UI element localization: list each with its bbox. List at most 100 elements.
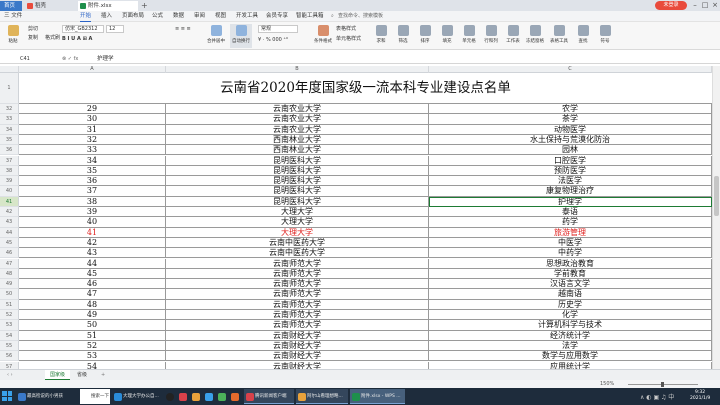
bold-icon[interactable]: B I U A ⊞ A bbox=[62, 35, 92, 43]
merge-center-button[interactable]: 合并居中 bbox=[205, 24, 227, 48]
taskbar-app-icon-2[interactable] bbox=[177, 389, 189, 404]
cell-university[interactable]: 云南中医药大学 bbox=[166, 237, 429, 249]
cell-seq-number[interactable]: 47 bbox=[19, 289, 166, 300]
scrollbar-thumb[interactable] bbox=[714, 176, 719, 216]
cell-seq-number[interactable]: 45 bbox=[19, 268, 166, 280]
menu-insert[interactable]: 插入 bbox=[101, 11, 112, 22]
menu-data[interactable]: 数据 bbox=[173, 11, 184, 22]
cell-university[interactable]: 云南师范大学 bbox=[166, 289, 429, 300]
vertical-scrollbar[interactable] bbox=[712, 66, 720, 369]
cell-university[interactable]: 云南农业大学 bbox=[166, 104, 429, 115]
column-header-c[interactable]: C bbox=[429, 66, 712, 73]
menu-formula[interactable]: 公式 bbox=[152, 11, 163, 22]
cell-seq-number[interactable]: 29 bbox=[19, 104, 166, 115]
row-number[interactable]: 47 bbox=[0, 258, 19, 269]
cell-university[interactable]: 西南林业大学 bbox=[166, 145, 429, 156]
tray-icons[interactable]: ∧ ◐ ▣ ♫ 中 bbox=[640, 392, 674, 401]
cell-seq-number[interactable]: 33 bbox=[19, 145, 166, 156]
sheet-tab-provincial[interactable]: 省级 bbox=[72, 370, 92, 380]
menu-view[interactable]: 视图 bbox=[215, 11, 226, 22]
cell-major[interactable]: 泰语 bbox=[429, 207, 712, 218]
row-number[interactable]: 42 bbox=[0, 207, 19, 218]
table-tools-button[interactable]: 表格工具 bbox=[548, 24, 570, 48]
cell-seq-number[interactable]: 46 bbox=[19, 279, 166, 290]
cell-university[interactable]: 昆明医科大学 bbox=[166, 155, 429, 166]
name-box[interactable]: C41 bbox=[2, 55, 62, 63]
cell-major[interactable]: 中药学 bbox=[429, 248, 712, 259]
row-number[interactable]: 35 bbox=[0, 134, 19, 146]
cell-university[interactable]: 云南师范大学 bbox=[166, 299, 429, 310]
sheet-title-cell[interactable]: 云南省2020年度国家级一流本科专业建设点名单 bbox=[19, 73, 712, 104]
cell-university[interactable]: 昆明医科大学 bbox=[166, 165, 429, 177]
cell-major[interactable]: 水土保持与荒漠化防治 bbox=[429, 134, 712, 146]
cell-major[interactable]: 动物医学 bbox=[429, 124, 712, 135]
cell-university[interactable]: 云南农业大学 bbox=[166, 124, 429, 135]
menu-file[interactable]: 三 文件 bbox=[4, 11, 22, 22]
row-number[interactable]: 37 bbox=[0, 155, 19, 166]
cell-university[interactable]: 云南师范大学 bbox=[166, 320, 429, 331]
cell-university[interactable]: 云南师范大学 bbox=[166, 279, 429, 290]
cell-major[interactable]: 思想政治教育 bbox=[429, 258, 712, 269]
cell-seq-number[interactable]: 53 bbox=[19, 351, 166, 362]
cell-style-button[interactable]: 单元格样式 bbox=[336, 35, 361, 43]
new-tab-plus-icon[interactable]: + bbox=[141, 1, 148, 10]
row-number[interactable]: 41 bbox=[0, 196, 19, 207]
worksheet-button[interactable]: 工作表 bbox=[502, 24, 524, 48]
cell-major[interactable]: 经济统计学 bbox=[429, 330, 712, 341]
cell-major[interactable]: 旅游管理 bbox=[429, 227, 712, 238]
cell-seq-number[interactable]: 37 bbox=[19, 186, 166, 197]
cell-major[interactable]: 化学 bbox=[429, 310, 712, 321]
close-icon[interactable]: × bbox=[710, 0, 720, 11]
cell-university[interactable]: 大理大学 bbox=[166, 207, 429, 218]
cell-major[interactable]: 茶学 bbox=[429, 114, 712, 125]
cell-major[interactable]: 应用统计学 bbox=[429, 361, 712, 369]
cell-seq-number[interactable]: 32 bbox=[19, 134, 166, 146]
taskbar-item-tencent-news[interactable]: 腾讯新闻客户端 bbox=[244, 389, 294, 404]
cell-seq-number[interactable]: 36 bbox=[19, 176, 166, 187]
column-header-a[interactable]: A bbox=[19, 66, 166, 73]
cell-major[interactable]: 学前教育 bbox=[429, 268, 712, 280]
cell-major[interactable]: 园林 bbox=[429, 145, 712, 156]
cell-seq-number[interactable]: 30 bbox=[19, 114, 166, 125]
symbol-button[interactable]: 符号 bbox=[594, 24, 616, 48]
row-number[interactable]: 55 bbox=[0, 340, 19, 352]
cell-university[interactable]: 西南林业大学 bbox=[166, 134, 429, 146]
taskbar-clock[interactable]: 9:32 2021/1/9 bbox=[690, 390, 710, 402]
column-header-b[interactable]: B bbox=[166, 66, 429, 73]
row-number[interactable]: 43 bbox=[0, 217, 19, 228]
command-search[interactable]: ⌕ 查找命令、搜索模板 bbox=[330, 12, 420, 21]
row-number[interactable]: 39 bbox=[0, 176, 19, 187]
fill-button[interactable]: 填充 bbox=[436, 24, 458, 48]
tab-home[interactable]: 首页 bbox=[0, 1, 22, 11]
zoom-slider-knob[interactable] bbox=[661, 381, 664, 387]
cond-format-button[interactable]: 条件格式 bbox=[312, 24, 334, 48]
cell-seq-number[interactable]: 41 bbox=[19, 227, 166, 238]
taskbar-item-arxan[interactable]: 阿尔山看理想略... bbox=[296, 389, 348, 404]
cell-university[interactable]: 云南中医药大学 bbox=[166, 248, 429, 259]
menu-smart-tools[interactable]: 智能工具箱 bbox=[296, 11, 324, 22]
row-number[interactable]: 52 bbox=[0, 310, 19, 321]
row-number[interactable]: 46 bbox=[0, 248, 19, 259]
cell-major[interactable]: 中医学 bbox=[429, 237, 712, 249]
menu-member[interactable]: 会员专享 bbox=[266, 11, 288, 22]
windows-start-icon[interactable] bbox=[2, 391, 12, 401]
cell-major[interactable]: 越南语 bbox=[429, 289, 712, 300]
auto-wrap-button[interactable]: 自动换行 bbox=[230, 24, 252, 48]
row-number[interactable]: 40 bbox=[0, 186, 19, 197]
row-number[interactable]: 53 bbox=[0, 320, 19, 331]
font-name-select[interactable]: 仿宋_GB2312 bbox=[62, 25, 104, 33]
cell-university[interactable]: 云南农业大学 bbox=[166, 114, 429, 125]
cell-university[interactable]: 云南师范大学 bbox=[166, 310, 429, 321]
copy-button[interactable]: 复制 bbox=[28, 34, 38, 42]
cell-university[interactable]: 云南财经大学 bbox=[166, 361, 429, 369]
minimize-icon[interactable]: – bbox=[690, 0, 700, 11]
row-number[interactable]: 36 bbox=[0, 145, 19, 156]
cell-major[interactable]: 法医学 bbox=[429, 176, 712, 187]
sheet-tab-national[interactable]: 国家级 bbox=[45, 370, 71, 380]
taskbar-app-icon-3[interactable] bbox=[190, 389, 202, 404]
maximize-icon[interactable]: □ bbox=[700, 0, 710, 11]
cell-seq-number[interactable]: 48 bbox=[19, 299, 166, 310]
format-painter-button[interactable]: 格式刷 bbox=[45, 34, 60, 42]
cell-major[interactable]: 康复物理治疗 bbox=[429, 186, 712, 197]
row-number[interactable]: 38 bbox=[0, 165, 19, 177]
